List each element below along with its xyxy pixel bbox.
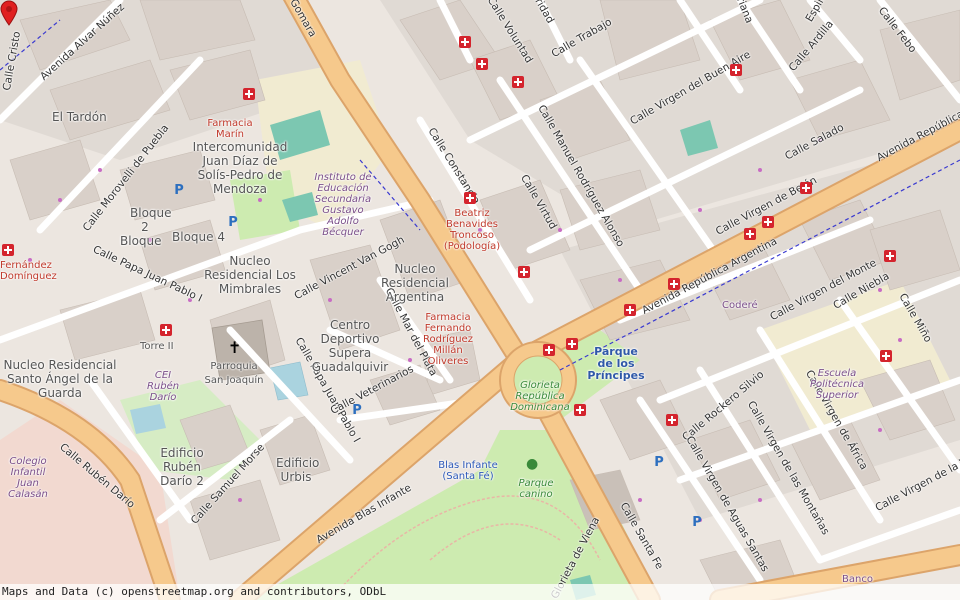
- place-label: Intercomunidad Juan Díaz de Solís-Pedro …: [192, 140, 288, 196]
- park-label: Parque canino: [518, 478, 554, 500]
- location-pin-icon[interactable]: [0, 0, 18, 26]
- pharmacy-icon[interactable]: [160, 324, 172, 336]
- place-label: Nucleo Residencial Los Mimbrales: [204, 254, 296, 296]
- amenity-label: Fernández Domínguez: [0, 260, 57, 282]
- place-label: El Tardón: [52, 110, 107, 124]
- parking-icon[interactable]: P: [690, 516, 704, 530]
- pharmacy-icon[interactable]: [543, 344, 555, 356]
- amenity-label: Coderé: [722, 300, 758, 311]
- place-label: Edificio Rubén Darío 2: [160, 446, 204, 488]
- pharmacy-icon[interactable]: [464, 192, 476, 204]
- pharmacy-icon[interactable]: [800, 182, 812, 194]
- pharmacy-icon[interactable]: [730, 64, 742, 76]
- parking-icon[interactable]: P: [652, 456, 666, 470]
- pharmacy-icon[interactable]: [518, 266, 530, 278]
- pharmacy-icon[interactable]: [884, 250, 896, 262]
- pharmacy-icon[interactable]: [668, 278, 680, 290]
- parking-icon[interactable]: P: [226, 216, 240, 230]
- place-label: Bloque 4: [172, 230, 225, 244]
- park-label: Blas Infante (Santa Fé): [438, 460, 498, 482]
- amenity-label: Beatriz Benavides Troncoso (Podología): [443, 208, 501, 252]
- place-label: Nucleo Residencial Argentina: [381, 262, 449, 304]
- park-label: Glorieta República Dominicana: [510, 380, 570, 413]
- pharmacy-icon[interactable]: [880, 350, 892, 362]
- amenity-label: Parroquia San Joaquín: [204, 361, 264, 386]
- pharmacy-icon[interactable]: [243, 88, 255, 100]
- amenity-label: Colegio Infantil Juan Calasán: [8, 456, 48, 500]
- pharmacy-icon[interactable]: [624, 304, 636, 316]
- place-label: Centro Deportivo Supera Guadalquivir: [311, 318, 389, 374]
- place-label: Bloque 2: [130, 206, 172, 234]
- pharmacy-icon[interactable]: [459, 36, 471, 48]
- place-label: Torre II: [140, 341, 174, 352]
- place-label: Escuela Politécnica Superior: [809, 368, 865, 401]
- place-label: Nucleo Residencial Santo Ángel de la Gua…: [3, 358, 117, 400]
- amenity-label: Instituto de Educación Secundaria Gustav…: [314, 172, 372, 238]
- map-attribution: Maps and Data (c) openstreetmap.org and …: [0, 584, 960, 600]
- amenity-label: Farmacia Fernando Rodríguez Millán Olive…: [423, 312, 473, 367]
- place-label: Bloque: [120, 234, 162, 248]
- pharmacy-icon[interactable]: [566, 338, 578, 350]
- pharmacy-icon[interactable]: [574, 404, 586, 416]
- place-label: Edificio Urbis: [276, 456, 320, 484]
- pharmacy-icon[interactable]: [512, 76, 524, 88]
- parking-icon[interactable]: P: [172, 184, 186, 198]
- map-view[interactable]: Avenida Alvar Núñez Calle Cristo Calle M…: [0, 0, 960, 600]
- pharmacy-icon[interactable]: [2, 244, 14, 256]
- amenity-label: CEI Rubén Darío: [146, 370, 180, 403]
- pharmacy-icon[interactable]: [762, 216, 774, 228]
- pharmacy-icon[interactable]: [666, 414, 678, 426]
- parking-icon[interactable]: P: [350, 404, 364, 418]
- pharmacy-icon[interactable]: [744, 228, 756, 240]
- pharmacy-icon[interactable]: [476, 58, 488, 70]
- park-label: Parque de los Príncipes: [587, 345, 645, 382]
- dog-park-icon: ●: [526, 456, 539, 472]
- amenity-label: Farmacia Marín: [207, 118, 253, 140]
- church-icon: ✝: [228, 338, 242, 357]
